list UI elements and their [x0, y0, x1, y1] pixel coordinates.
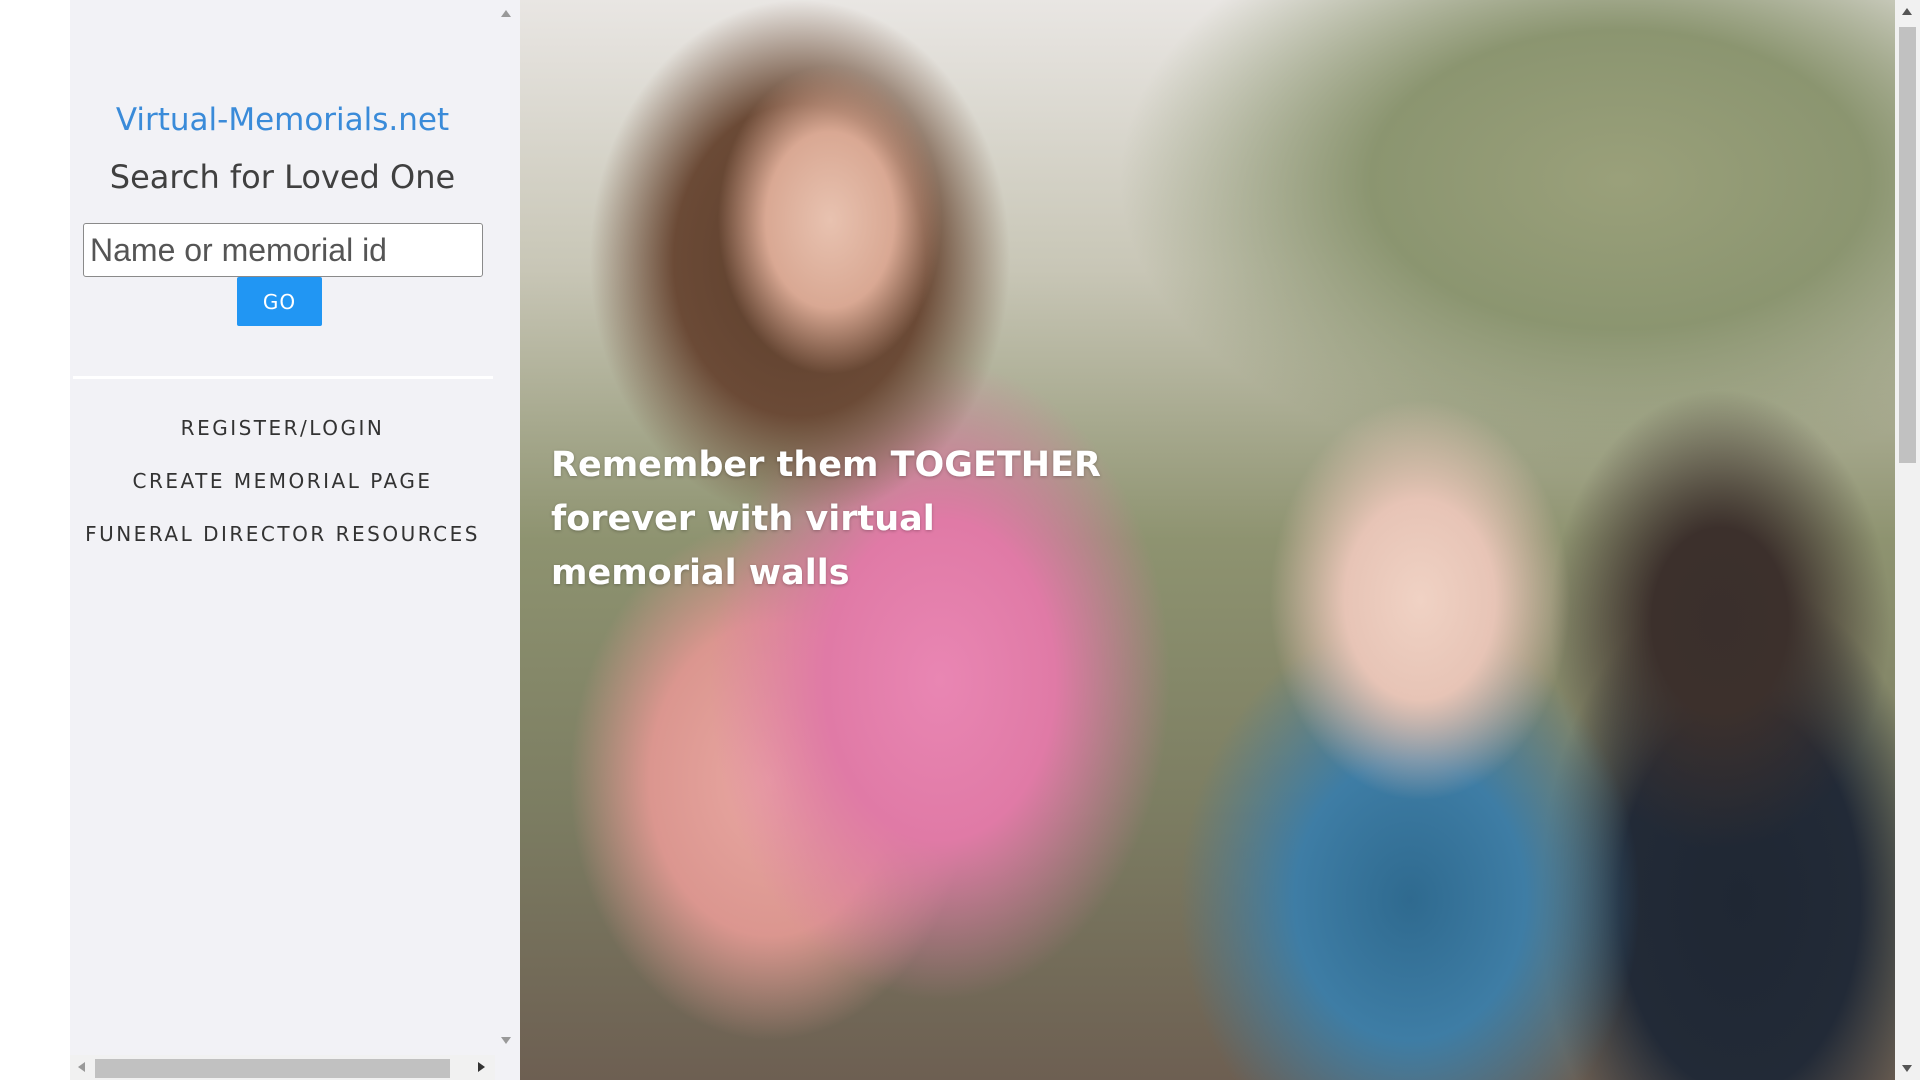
- scroll-down-arrow-icon[interactable]: [1902, 1065, 1912, 1072]
- search-heading: Search for Loved One: [109, 158, 456, 196]
- scroll-down-arrow-icon[interactable]: [501, 1037, 511, 1044]
- sidebar-horizontal-scrollbar[interactable]: [70, 1055, 495, 1080]
- nav-register-login[interactable]: REGISTER/LOGIN: [70, 416, 495, 440]
- scroll-right-arrow-icon[interactable]: [478, 1062, 485, 1072]
- divider: [73, 376, 493, 379]
- sidebar: Virtual-Memorials.net Search for Loved O…: [70, 0, 520, 1080]
- sidebar-vertical-scrollbar[interactable]: [495, 0, 517, 1055]
- go-button[interactable]: GO: [237, 277, 322, 326]
- scroll-up-arrow-icon[interactable]: [1902, 8, 1912, 15]
- search-input[interactable]: [83, 223, 483, 277]
- page-vertical-scrollbar[interactable]: [1895, 0, 1920, 1080]
- site-title[interactable]: Virtual-Memorials.net: [70, 102, 495, 138]
- nav-funeral-director-resources[interactable]: FUNERAL DIRECTOR RESOURCES: [70, 522, 495, 546]
- hero-image: Remember them TOGETHER forever with virt…: [520, 0, 1895, 1080]
- scroll-up-arrow-icon[interactable]: [501, 10, 511, 17]
- page-scroll-thumb[interactable]: [1899, 27, 1916, 463]
- scroll-left-arrow-icon[interactable]: [78, 1062, 85, 1072]
- horizontal-scroll-thumb[interactable]: [95, 1059, 450, 1078]
- nav-create-memorial-page[interactable]: CREATE MEMORIAL PAGE: [70, 469, 495, 493]
- hero-headline: Remember them TOGETHER forever with virt…: [551, 445, 1101, 593]
